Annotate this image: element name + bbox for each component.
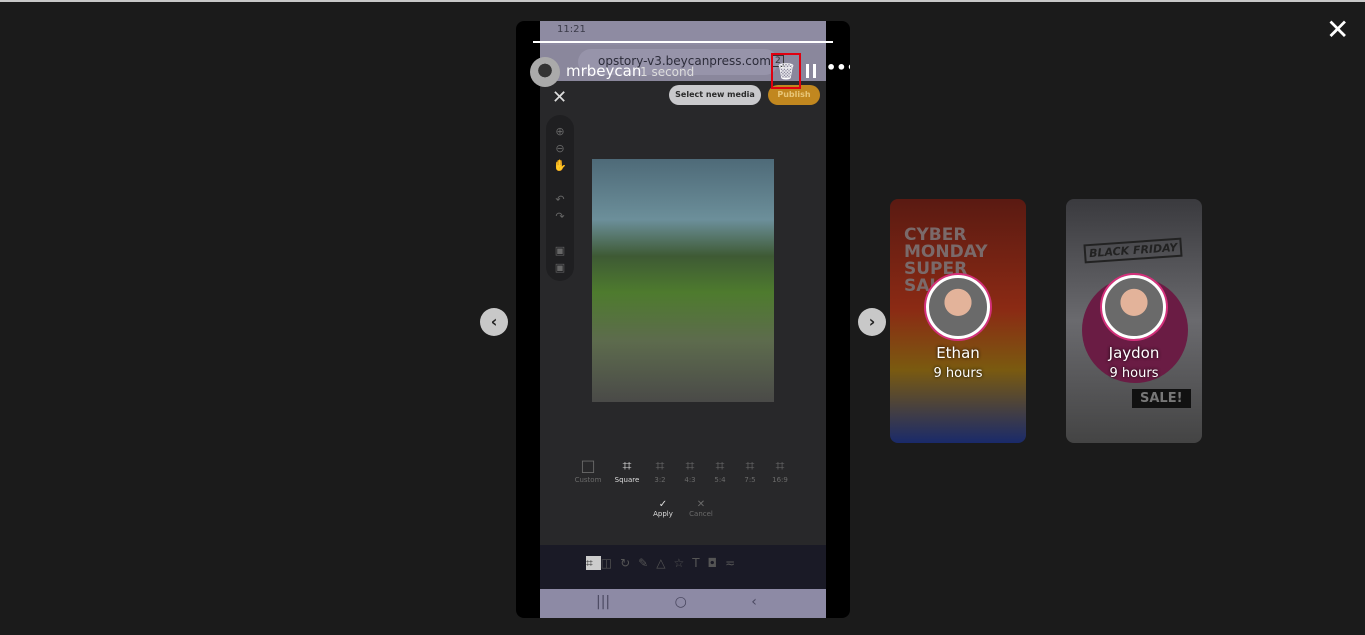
editor-close-icon: ✕ <box>552 87 568 108</box>
trash-icon: 🗑 <box>775 62 797 81</box>
cancel-button: ✕ Cancel <box>689 499 713 518</box>
card-name: Jaydon <box>1108 344 1160 362</box>
avatar <box>926 275 990 339</box>
user-avatar[interactable] <box>530 57 560 87</box>
status-time: 11:21 <box>557 24 586 35</box>
ratio-16-9: ⌗ 16:9 <box>772 456 788 484</box>
story-viewer: 11:21 opstory-v3.beycanpress.com 2 ✕ Sel… <box>516 21 850 618</box>
more-options-button[interactable]: ••• <box>826 58 850 77</box>
story-progress-bar <box>533 41 833 43</box>
photo-preview <box>592 159 774 402</box>
avatar <box>1102 275 1166 339</box>
ratio-4-3: ⌗ 4:3 <box>684 456 696 484</box>
previous-story-button[interactable]: ‹ <box>480 308 508 336</box>
editor-area: ✕ Select new media Publish ⊕ ⊖ ✋ ↶ ↷ ▣ ▣ □ Cust… <box>540 81 826 545</box>
phone-nav-bar: ||| ○ ‹ <box>540 589 826 618</box>
card-time: 9 hours <box>1109 366 1159 381</box>
card-bg-sale: SALE! <box>1132 389 1191 408</box>
close-button[interactable]: ✕ <box>1326 16 1349 44</box>
story-media-screenshot: 11:21 opstory-v3.beycanpress.com 2 ✕ Sel… <box>540 21 826 618</box>
story-card-jaydon[interactable]: BLACK FRIDAY SALE! Jaydon 9 hours <box>1066 199 1202 443</box>
delete-story-button[interactable]: 🗑 <box>771 53 801 89</box>
ratio-custom: □ Custom <box>574 456 602 484</box>
ratio-7-5: ⌗ 7:5 <box>744 456 756 484</box>
story-card-ethan[interactable]: CYBER MONDAY SUPER SALE Ethan 9 hours <box>890 199 1026 443</box>
select-new-media-button: Select new media <box>669 85 761 105</box>
story-progress-fill <box>533 41 833 43</box>
next-story-button[interactable]: › <box>858 308 886 336</box>
zoom-tools: ⊕ ⊖ ✋ ↶ ↷ ▣ ▣ <box>546 115 574 281</box>
story-username[interactable]: mrbeycan <box>566 62 641 80</box>
ratio-3-2: ⌗ 3:2 <box>654 456 666 484</box>
story-time: 1 second <box>640 65 695 79</box>
apply-button: ✓ Apply <box>653 499 673 518</box>
ratio-square: ⌗ Square <box>614 456 640 484</box>
editor-toolbar: ⌗◫↻✎△☆T◘≂ <box>540 545 826 589</box>
story-header: mrbeycan 1 second 🗑 ••• <box>530 53 850 89</box>
card-bg-text: BLACK FRIDAY <box>1083 237 1183 264</box>
pause-button[interactable] <box>806 64 816 78</box>
card-name: Ethan <box>936 344 980 362</box>
card-time: 9 hours <box>933 366 983 381</box>
ratio-5-4: ⌗ 5:4 <box>714 456 726 484</box>
